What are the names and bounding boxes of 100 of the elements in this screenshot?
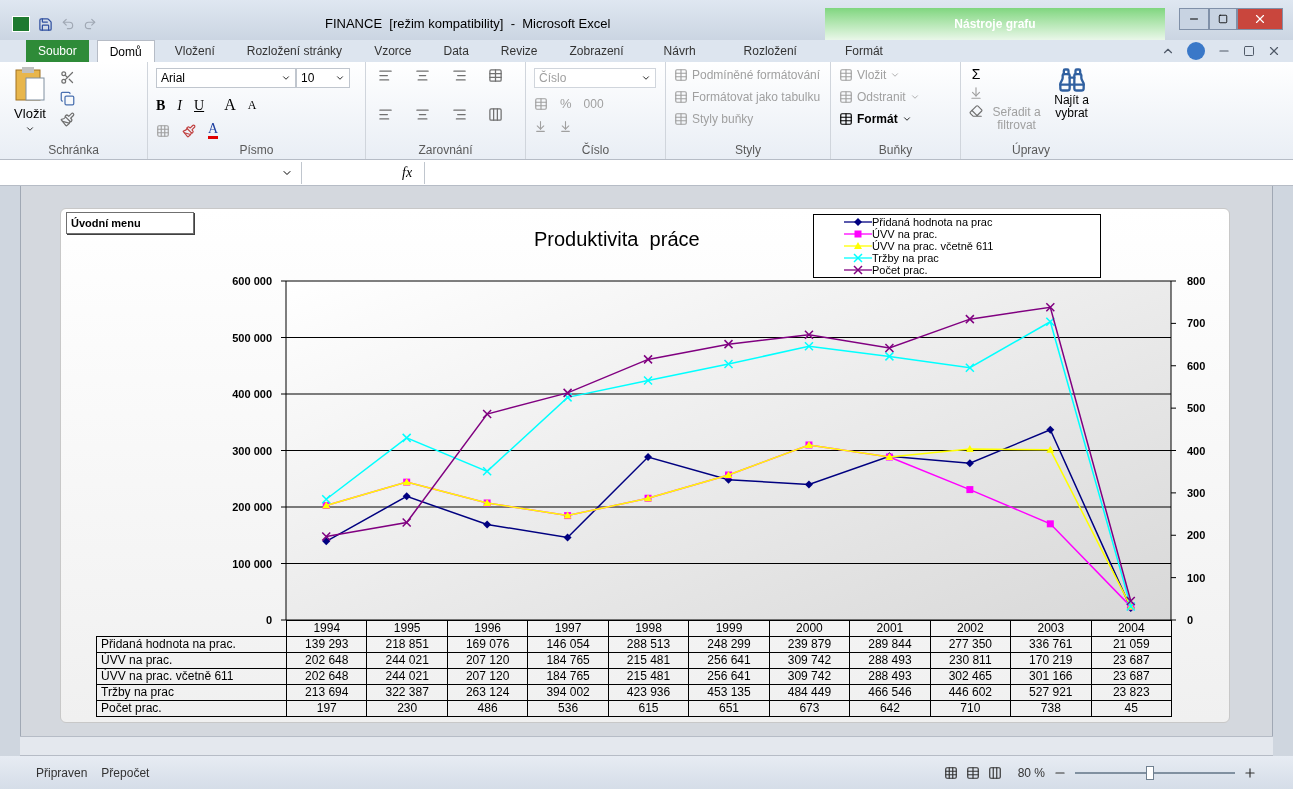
row-label-cell: ÚVV na prac. včetně 611 — [96, 668, 287, 685]
table-cell: 394 002 — [527, 684, 609, 701]
secondary-axis-label: 500 — [1187, 402, 1206, 415]
table-cell: 230 811 — [930, 652, 1011, 669]
table-cell: 207 120 — [447, 668, 528, 685]
row-label-cell: Počet prac. — [96, 700, 287, 717]
table-cell: 288 493 — [849, 652, 931, 669]
zoom-level: 80 % — [1017, 764, 1045, 782]
table-cell: 466 546 — [849, 684, 931, 701]
secondary-axis-label: 600 — [1187, 359, 1206, 372]
legend-label: Počet prac. — [872, 264, 928, 276]
table-cell: 239 879 — [769, 636, 850, 653]
table-cell: 184 765 — [527, 668, 609, 685]
table-cell: 146 054 — [527, 636, 609, 653]
window-title: FINANCE [režim kompatibility] - Microsoft Excel — [325, 15, 612, 34]
table-cell: 170 219 — [1010, 652, 1092, 669]
table-cell: 309 742 — [769, 652, 850, 669]
group-label: Písmo — [238, 142, 275, 159]
table-cell: 673 — [769, 700, 850, 717]
secondary-axis-label: 800 — [1187, 275, 1206, 287]
year-header-cell: 2001 — [849, 620, 931, 637]
legend-label: ÚVV na prac. — [872, 228, 938, 240]
table-cell: 453 135 — [688, 684, 770, 701]
table-cell: 244 021 — [366, 652, 448, 669]
fx-label: fx — [402, 164, 413, 182]
table-cell: 21 059 — [1091, 636, 1172, 653]
table-cell: 256 641 — [688, 668, 770, 685]
y-axis-label: 100 000 — [232, 557, 272, 570]
table-cell: 322 387 — [366, 684, 448, 701]
year-header-cell: 2000 — [769, 620, 850, 637]
year-header-cell: 2002 — [930, 620, 1011, 637]
group-label: Buňky — [877, 142, 914, 159]
table-cell: 139 293 — [286, 636, 367, 653]
table-cell: 642 — [849, 700, 931, 717]
year-header-cell: 1995 — [366, 620, 448, 637]
table-cell: 486 — [447, 700, 528, 717]
table-cell: 527 921 — [1010, 684, 1092, 701]
table-cell: 218 851 — [366, 636, 448, 653]
row-label-cell: ÚVV na prac. — [96, 652, 287, 669]
table-cell: 484 449 — [769, 684, 850, 701]
table-cell: 169 076 — [447, 636, 528, 653]
table-cell: 651 — [688, 700, 770, 717]
table-cell: 213 694 — [286, 684, 367, 701]
year-header-cell: 2003 — [1010, 620, 1092, 637]
table-cell: 710 — [930, 700, 1011, 717]
group-label: Schránka — [47, 142, 100, 159]
table-cell: 197 — [286, 700, 367, 717]
table-cell: 336 761 — [1010, 636, 1092, 653]
table-cell: 184 765 — [527, 652, 609, 669]
table-cell: 256 641 — [688, 652, 770, 669]
table-cell: 288 493 — [849, 668, 931, 685]
table-cell: 244 021 — [366, 668, 448, 685]
table-cell: 277 350 — [930, 636, 1011, 653]
secondary-axis-label: 300 — [1187, 486, 1206, 499]
year-header-cell: 1997 — [527, 620, 609, 637]
legend-label: Tržby na prac — [872, 252, 939, 264]
year-header-cell: 1999 — [688, 620, 770, 637]
table-cell: 230 — [366, 700, 448, 717]
group-label: Číslo — [580, 141, 611, 159]
legend-label: Přidaná hodnota na prac — [872, 216, 993, 228]
table-cell: 23 687 — [1091, 668, 1172, 685]
table-cell: 215 481 — [608, 668, 689, 685]
table-cell: 615 — [608, 700, 689, 717]
y-axis-label: 600 000 — [232, 275, 272, 287]
year-header-cell: 1998 — [608, 620, 689, 637]
table-cell: 289 844 — [849, 636, 931, 653]
year-header-cell: 2004 — [1091, 620, 1172, 637]
group-label: Úpravy — [1011, 141, 1051, 159]
table-cell: 45 — [1091, 700, 1172, 717]
y-axis-label: 500 000 — [232, 331, 272, 344]
status-text: Přepočet — [101, 764, 150, 782]
table-cell: 302 465 — [930, 668, 1011, 685]
context-tab-header: Nástroje grafu — [825, 8, 1165, 40]
table-cell: 202 648 — [286, 668, 367, 685]
table-cell: 23 687 — [1091, 652, 1172, 669]
y-axis-label: 300 000 — [232, 444, 272, 457]
chart-title: Produktivita práce — [534, 227, 700, 252]
legend-label: ÚVV na prac. včetně 611 — [872, 240, 994, 252]
row-label-cell: Tržby na prac — [96, 684, 287, 701]
secondary-axis-label: 100 — [1187, 571, 1206, 584]
secondary-axis-label: 700 — [1187, 317, 1206, 330]
y-axis-label: 400 000 — [232, 388, 272, 400]
secondary-axis-label: 200 — [1187, 529, 1206, 542]
status-text: Připraven — [36, 764, 88, 782]
table-cell: 202 648 — [286, 652, 367, 669]
y-axis-label: 200 000 — [232, 501, 272, 513]
table-cell: 446 602 — [930, 684, 1011, 701]
table-cell: 301 166 — [1010, 668, 1092, 685]
table-cell: 248 299 — [688, 636, 770, 653]
table-cell: 23 823 — [1091, 684, 1172, 701]
secondary-axis-label: 0 — [1187, 614, 1194, 626]
table-cell: 288 513 — [608, 636, 689, 653]
table-cell: 207 120 — [447, 652, 528, 669]
table-cell: 738 — [1010, 700, 1092, 717]
row-label-cell: Přidaná hodnota na prac. — [96, 636, 287, 653]
group-label: Zarovnání — [417, 142, 474, 159]
table-cell: 263 124 — [447, 684, 528, 701]
group-label: Styly — [734, 142, 762, 159]
table-cell: 309 742 — [769, 668, 850, 685]
table-cell: 536 — [527, 700, 609, 717]
